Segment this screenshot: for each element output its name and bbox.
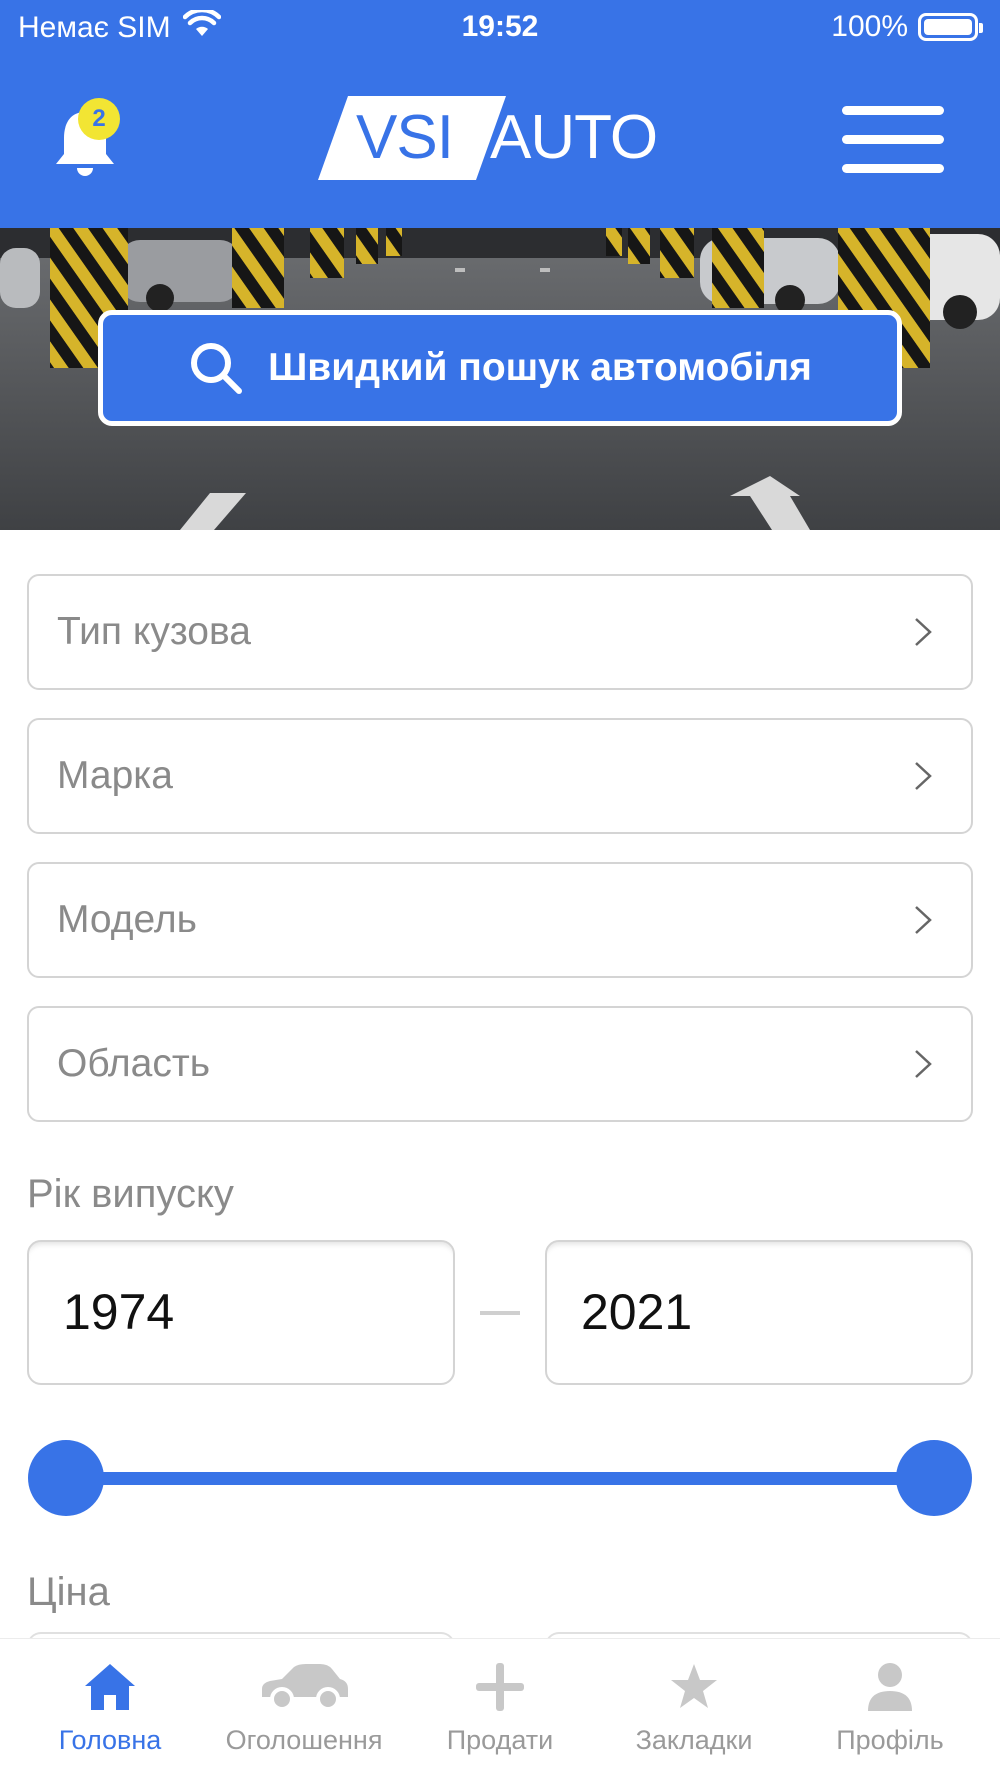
menu-line bbox=[842, 106, 944, 115]
logo: VSI AUTO bbox=[318, 92, 688, 184]
year-from-input[interactable]: 1974 bbox=[27, 1240, 455, 1385]
year-to-input[interactable]: 2021 bbox=[545, 1240, 973, 1385]
year-section-label: Рік випуску bbox=[27, 1172, 234, 1216]
battery-percent: 100% bbox=[831, 10, 908, 43]
tab-listings[interactable]: Оголошення bbox=[204, 1639, 404, 1778]
tab-label: Головна bbox=[58, 1725, 162, 1755]
notification-badge: 2 bbox=[78, 98, 120, 140]
menu-line bbox=[842, 135, 944, 144]
search-icon bbox=[191, 343, 243, 394]
quick-search-label: Швидкий пошук автомобіля bbox=[268, 346, 812, 389]
header: Немає SIM 19:52 100% 2 VSI AUTO bbox=[0, 0, 1000, 228]
model-label: Модель bbox=[57, 898, 197, 941]
status-bar: Немає SIM 19:52 100% bbox=[0, 0, 1000, 56]
star-icon bbox=[594, 1657, 794, 1717]
body-type-label: Тип кузова bbox=[57, 610, 251, 653]
plus-icon bbox=[400, 1657, 600, 1717]
slider-track bbox=[64, 1472, 936, 1485]
chevron-right-icon bbox=[915, 618, 932, 646]
menu-button[interactable] bbox=[842, 104, 946, 176]
tab-label: Профіль bbox=[836, 1725, 944, 1755]
profile-icon bbox=[790, 1657, 990, 1717]
chevron-right-icon bbox=[915, 906, 932, 934]
tab-label: Закладки bbox=[635, 1725, 753, 1755]
tab-profile[interactable]: Профіль bbox=[790, 1639, 990, 1778]
range-dash bbox=[480, 1311, 520, 1315]
tab-bar: Головна Оголошення Продати Закладки Проф… bbox=[0, 1638, 1000, 1778]
model-select[interactable]: Модель bbox=[27, 862, 973, 978]
notifications-button[interactable]: 2 bbox=[44, 96, 124, 176]
logo-text-auto: AUTO bbox=[490, 103, 658, 172]
price-section-label: Ціна bbox=[27, 1570, 110, 1614]
home-icon bbox=[10, 1657, 210, 1717]
car-icon bbox=[204, 1657, 404, 1717]
battery-icon bbox=[918, 13, 983, 41]
slider-thumb-max[interactable] bbox=[896, 1440, 972, 1516]
tab-home[interactable]: Головна bbox=[10, 1639, 210, 1778]
tab-bookmarks[interactable]: Закладки bbox=[594, 1639, 794, 1778]
slider-thumb-min[interactable] bbox=[28, 1440, 104, 1516]
year-range-slider[interactable] bbox=[28, 1440, 972, 1516]
tab-label: Продати bbox=[446, 1725, 554, 1755]
brand-label: Марка bbox=[57, 754, 173, 797]
region-label: Область bbox=[57, 1042, 211, 1085]
logo-text-vsi: VSI bbox=[356, 103, 454, 172]
menu-line bbox=[842, 164, 944, 173]
region-select[interactable]: Область bbox=[27, 1006, 973, 1122]
chevron-right-icon bbox=[915, 762, 932, 790]
quick-search-button[interactable]: Швидкий пошук автомобіля bbox=[98, 310, 902, 426]
tab-label: Оголошення bbox=[225, 1725, 383, 1755]
app-screen: Немає SIM 19:52 100% 2 VSI AUTO Швидкий … bbox=[0, 0, 1000, 1778]
chevron-right-icon bbox=[915, 1050, 932, 1078]
status-right: 100% bbox=[831, 10, 983, 44]
brand-select[interactable]: Марка bbox=[27, 718, 973, 834]
tab-sell[interactable]: Продати bbox=[400, 1639, 600, 1778]
body-type-select[interactable]: Тип кузова bbox=[27, 574, 973, 690]
